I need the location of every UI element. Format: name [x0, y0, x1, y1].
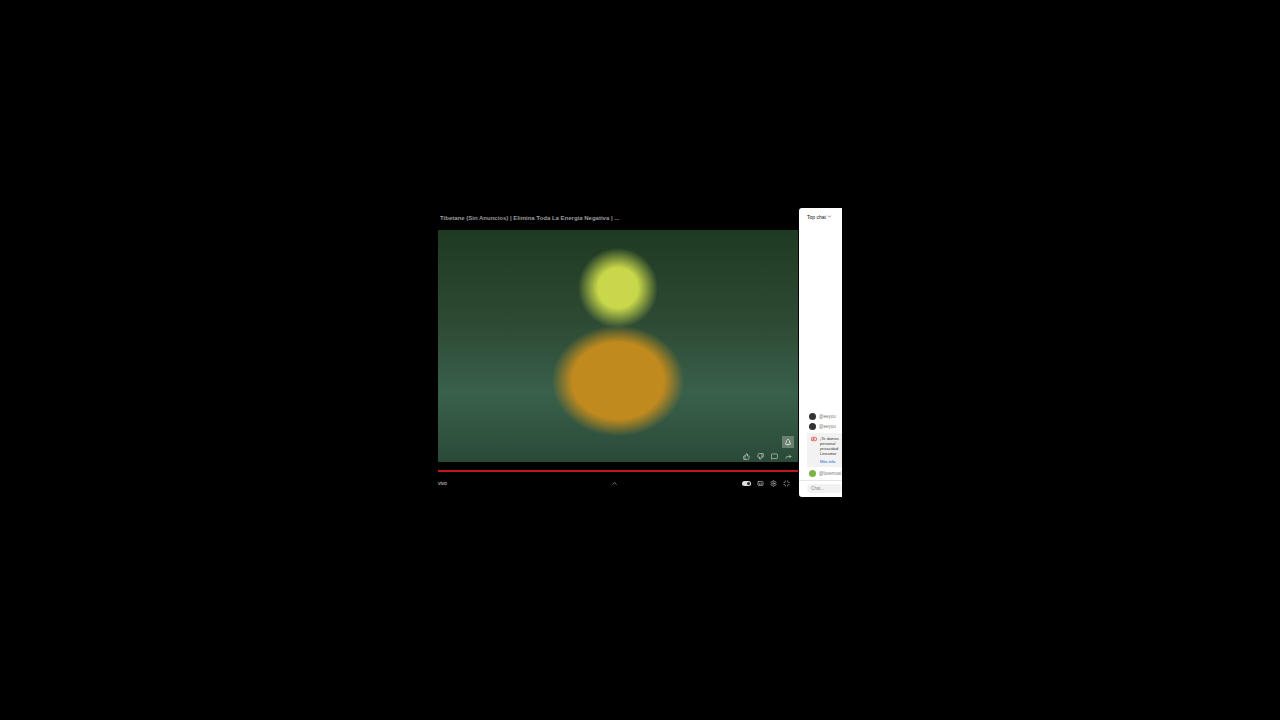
page: Tibetane (Sin Anuncios) | Elimina Toda L…	[0, 0, 1280, 720]
comment-icon[interactable]	[771, 453, 778, 460]
share-icon[interactable]	[785, 453, 792, 460]
autoplay-toggle[interactable]	[742, 481, 751, 486]
chat-message: @eeyou	[809, 423, 842, 430]
chat-header[interactable]: Top chat	[799, 208, 842, 220]
gear-icon[interactable]	[770, 480, 777, 487]
video-title: Tibetane (Sin Anuncios) | Elimina Toda L…	[438, 208, 798, 230]
chevron-down-icon[interactable]	[827, 214, 832, 219]
live-label: vivo	[438, 480, 588, 486]
chat-input-row: Chat...	[799, 480, 842, 497]
notice-line: Lineamie	[820, 451, 839, 456]
chevron-up-icon[interactable]	[611, 480, 618, 487]
chat-panel: Top chat @eeyou @eeyou ¡Te damospersonalpri…	[799, 208, 842, 497]
avatar	[809, 423, 816, 430]
avatar	[809, 470, 816, 477]
tree-icon[interactable]	[782, 436, 794, 448]
avatar	[809, 413, 816, 420]
exit-fullscreen-icon[interactable]	[783, 480, 790, 487]
notice-line: privacidad	[820, 446, 839, 451]
notice-line: personal	[820, 441, 839, 446]
notice-line: ¡Te damos	[820, 436, 839, 441]
chat-messages: @eeyou @eeyou ¡Te damospersonalprivacidadL…	[799, 220, 842, 480]
thumbs-down-icon[interactable]	[757, 453, 764, 460]
control-bar: vivo	[438, 472, 798, 489]
chat-message: @eeyou	[809, 413, 842, 420]
progress-fill	[438, 470, 798, 472]
chat-message: @lovemusi	[809, 470, 842, 477]
captions-icon[interactable]	[757, 480, 764, 487]
right-controls	[640, 480, 798, 487]
chat-input[interactable]: Chat...	[807, 484, 842, 493]
notice-card: ¡Te damospersonalprivacidadLineamie Más i…	[807, 433, 842, 467]
video-frame[interactable]	[438, 230, 798, 462]
more-info-link[interactable]: Más info	[820, 459, 839, 464]
thumbs-up-icon[interactable]	[743, 453, 750, 460]
youtube-icon	[811, 436, 817, 442]
player: Tibetane (Sin Anuncios) | Elimina Toda L…	[438, 208, 798, 489]
progress-bar[interactable]	[438, 470, 798, 472]
overlay-actions	[743, 453, 792, 460]
